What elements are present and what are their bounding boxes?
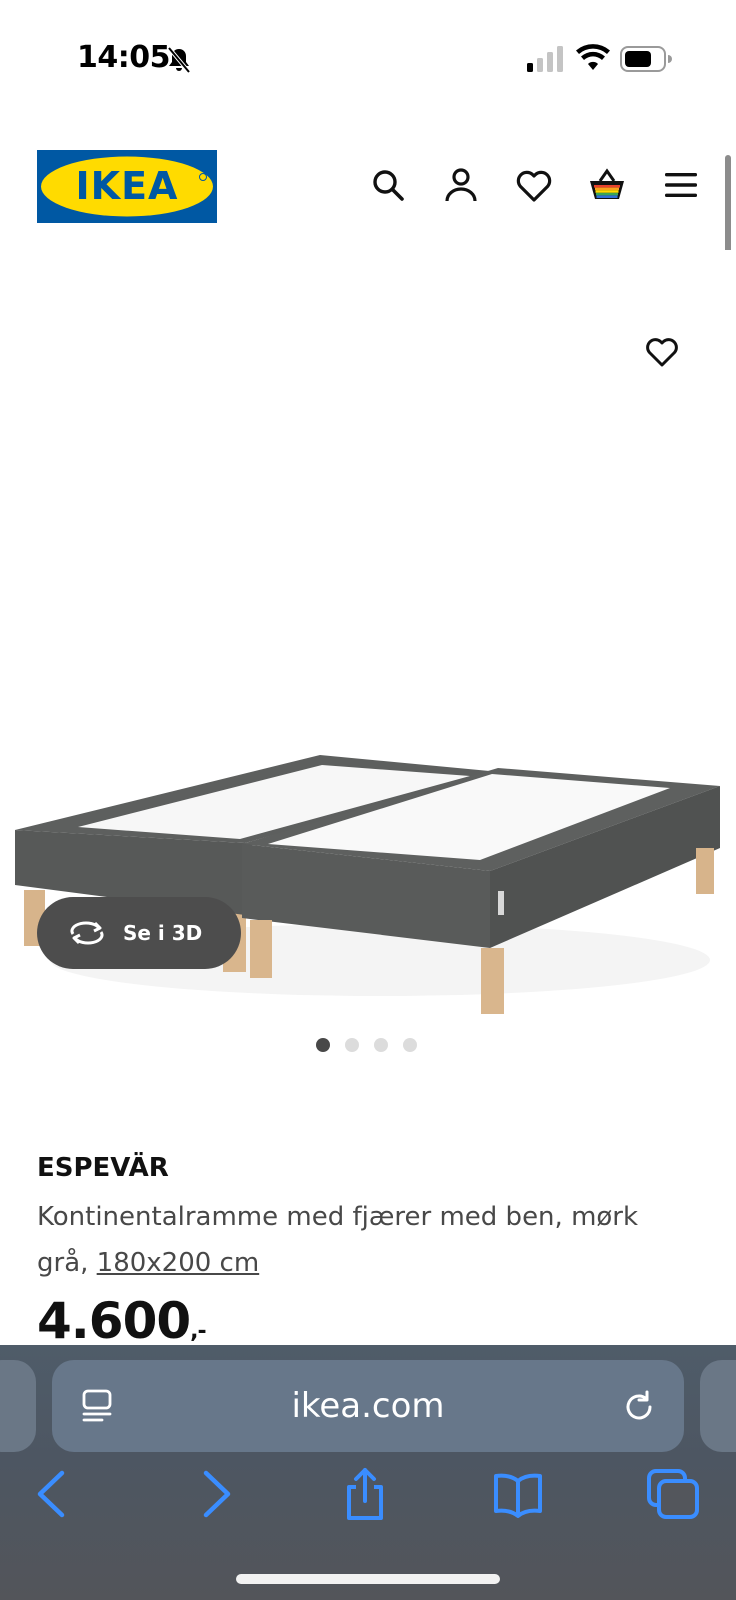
product-name: ESPEVÄR — [37, 1153, 169, 1183]
browser-toolbar: ikea.com — [0, 1345, 736, 1600]
reload-icon[interactable] — [620, 1388, 658, 1426]
share-icon[interactable] — [337, 1467, 393, 1521]
tabs-icon[interactable] — [645, 1467, 701, 1521]
basket-icon[interactable] — [587, 165, 627, 205]
carousel-dot[interactable] — [316, 1038, 330, 1052]
home-indicator[interactable] — [236, 1574, 500, 1584]
back-icon[interactable] — [26, 1467, 82, 1521]
carousel-dot[interactable] — [403, 1038, 417, 1052]
status-bar: 14:05 — [0, 0, 736, 110]
address-bar[interactable]: ikea.com — [52, 1360, 684, 1452]
carousel-dot[interactable] — [345, 1038, 359, 1052]
product-price: 4.600,- — [37, 1292, 207, 1350]
cellular-signal-icon — [527, 46, 563, 72]
add-to-favorites-icon[interactable] — [644, 333, 680, 369]
url-text[interactable]: ikea.com — [52, 1360, 684, 1452]
view-in-3d-label: Se i 3D — [123, 921, 203, 945]
previous-tab-preview[interactable] — [0, 1360, 36, 1452]
battery-icon — [620, 46, 672, 72]
ikea-logo[interactable]: IKEA — [37, 150, 217, 223]
product-size-link[interactable]: 180x200 cm — [97, 1248, 260, 1278]
image-carousel-dots — [316, 1038, 417, 1052]
account-icon[interactable] — [441, 165, 481, 205]
forward-icon[interactable] — [186, 1467, 242, 1521]
next-tab-preview[interactable] — [700, 1360, 736, 1452]
bookmarks-icon[interactable] — [490, 1467, 546, 1521]
page-menu-icon[interactable] — [80, 1388, 116, 1424]
search-icon[interactable] — [368, 165, 408, 205]
product-image-gallery[interactable]: Se i 3D — [0, 250, 736, 1120]
carousel-dot[interactable] — [374, 1038, 388, 1052]
status-time: 14:05 — [77, 40, 171, 75]
rotate-3d-icon — [70, 921, 104, 945]
site-header: IKEA — [0, 140, 736, 236]
view-in-3d-button[interactable]: Se i 3D — [37, 897, 241, 969]
product-price-value: 4.600 — [37, 1292, 191, 1350]
heart-icon[interactable] — [514, 165, 554, 205]
wifi-icon — [576, 44, 610, 70]
product-price-suffix: ,- — [190, 1319, 206, 1344]
product-description: Kontinentalramme med fjærer med ben, mør… — [37, 1194, 697, 1286]
bell-muted-icon — [167, 46, 191, 74]
hamburger-menu-icon[interactable] — [661, 165, 701, 205]
ikea-logo-text: IKEA — [76, 164, 179, 208]
